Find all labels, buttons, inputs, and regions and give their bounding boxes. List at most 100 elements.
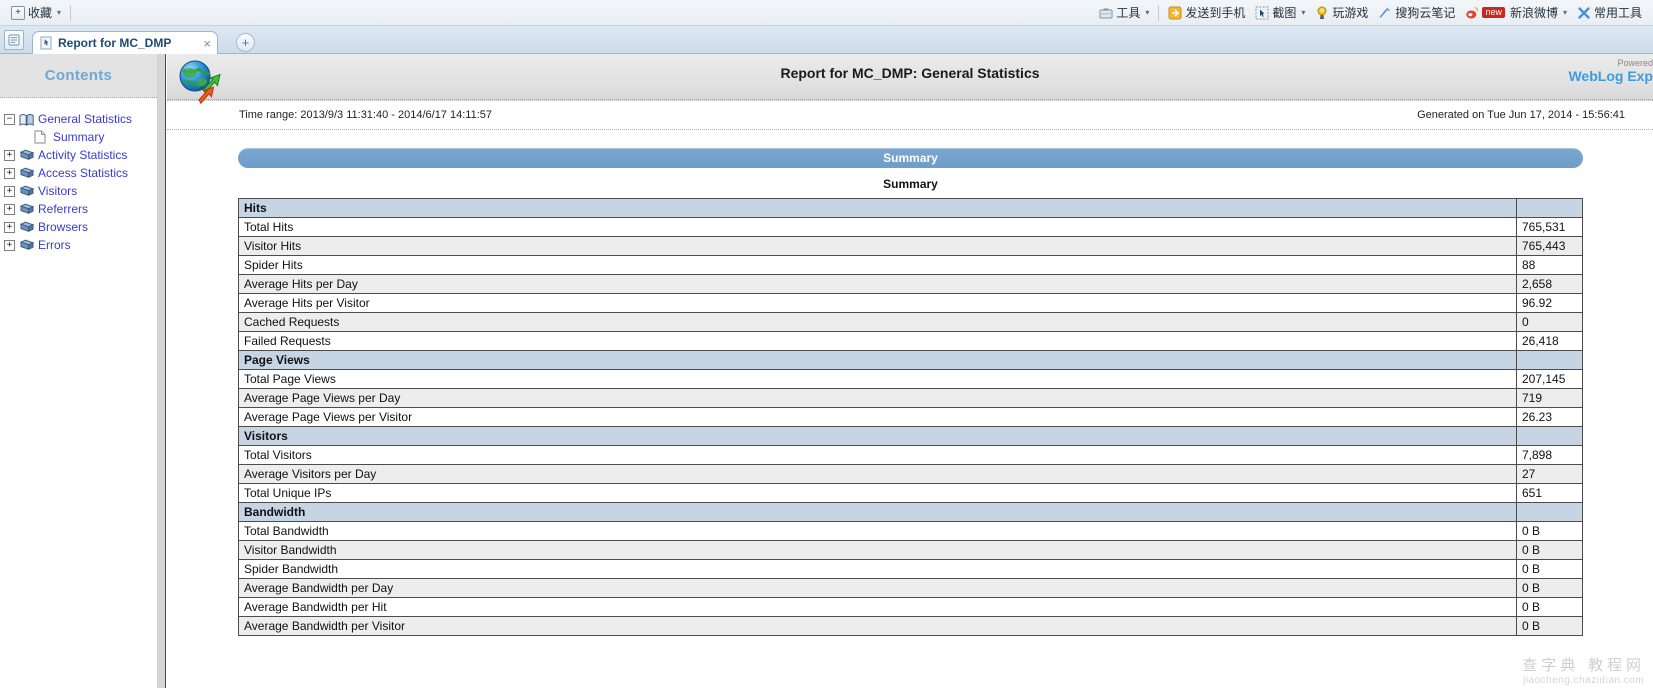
report-meta-bar: Time range: 2013/9/3 11:31:40 - 2014/6/1… <box>167 100 1653 130</box>
tree-item-visitors[interactable]: + Visitors <box>4 182 157 200</box>
row-value: 26.23 <box>1516 407 1583 427</box>
toolbar-item-screenshot[interactable]: 截图 ▾ <box>1250 4 1310 22</box>
tree-item-errors[interactable]: + Errors <box>4 236 157 254</box>
table-row: Average Bandwidth per Day 0 B <box>238 578 1583 598</box>
toolbar-item-common-tools[interactable]: 常用工具 <box>1572 4 1647 22</box>
expand-toggle-icon[interactable]: + <box>4 185 15 197</box>
row-value: 765,531 <box>1516 217 1583 237</box>
tree-item-label: Referrers <box>38 202 89 216</box>
contents-title: Contents <box>44 67 113 84</box>
book-icon <box>19 149 35 162</box>
table-row: Total Visitors 7,898 <box>238 445 1583 465</box>
table-row: Failed Requests 26,418 <box>238 331 1583 351</box>
expand-toggle-icon[interactable]: + <box>4 239 15 251</box>
row-value: 0 B <box>1516 616 1583 636</box>
row-value: 0 <box>1516 312 1583 332</box>
table-row: Total Bandwidth 0 B <box>238 521 1583 541</box>
toolbar-item-weibo[interactable]: new 新浪微博 ▾ <box>1460 4 1572 22</box>
toolbar-item-tools[interactable]: 工具 ▾ <box>1094 4 1154 22</box>
tree-item-browsers[interactable]: + Browsers <box>4 218 157 236</box>
add-favorite-icon: + <box>11 5 25 20</box>
expand-toggle-icon[interactable]: + <box>4 149 15 161</box>
close-icon[interactable]: × <box>203 37 211 50</box>
book-icon <box>19 239 35 252</box>
watermark: 查字典 教程网 jiaocheng.chazidian.com <box>1522 654 1645 686</box>
expand-toggle-icon[interactable]: + <box>4 203 15 215</box>
row-value: 0 B <box>1516 559 1583 579</box>
row-value: 0 B <box>1516 578 1583 598</box>
tree-item-activity-statistics[interactable]: + Activity Statistics <box>4 146 157 164</box>
table-row: Spider Hits 88 <box>238 255 1583 275</box>
table-row: Average Visitors per Day 27 <box>238 464 1583 484</box>
table-row: Total Hits 765,531 <box>238 217 1583 237</box>
section-label: Page Views <box>238 350 1517 370</box>
book-icon <box>19 167 35 180</box>
row-label: Cached Requests <box>238 312 1517 332</box>
row-value: 27 <box>1516 464 1583 484</box>
generated-on-label: Generated on Tue Jun 17, 2014 - 15:56:41 <box>1417 109 1625 121</box>
favorites-button[interactable]: + 收藏 ▾ <box>6 4 66 22</box>
report-frame: Report for MC_DMP: General Statistics Po… <box>167 54 1653 688</box>
chevron-down-icon: ▾ <box>1145 7 1150 17</box>
section-value <box>1516 198 1583 218</box>
tree-item-summary[interactable]: Summary <box>4 128 157 146</box>
toolbar-item-play-game[interactable]: 玩游戏 <box>1310 4 1373 22</box>
tree-item-access-statistics[interactable]: + Access Statistics <box>4 164 157 182</box>
browser-toolbar: + 收藏 ▾ 工具 ▾ 发送到手机 截图 ▾ 玩游戏 搜狗云笔记 new 新浪微… <box>0 0 1653 26</box>
page-icon <box>39 36 53 50</box>
table-section-row: Hits <box>238 198 1583 218</box>
report-header: Report for MC_DMP: General Statistics Po… <box>167 54 1653 105</box>
tree-item-label: Access Statistics <box>38 166 129 180</box>
row-value: 765,443 <box>1516 236 1583 256</box>
tree-item-label: General Statistics <box>38 112 133 126</box>
sidebar-panel-icon[interactable] <box>4 30 24 50</box>
tree-item-referrers[interactable]: + Referrers <box>4 200 157 218</box>
document-icon <box>34 130 50 144</box>
powered-by-badge: Powered WebLog Exp <box>1568 58 1653 84</box>
collapse-toggle-icon[interactable]: − <box>4 113 15 125</box>
browser-tab-report[interactable]: Report for MC_DMP × <box>32 31 218 54</box>
row-label: Total Page Views <box>238 369 1517 389</box>
table-row: Spider Bandwidth 0 B <box>238 559 1583 579</box>
row-value: 88 <box>1516 255 1583 275</box>
section-value <box>1516 426 1583 446</box>
contents-header: Contents <box>0 54 157 98</box>
tree-item-label: Browsers <box>38 220 89 234</box>
pane-divider[interactable] <box>158 54 166 688</box>
book-icon <box>19 203 35 216</box>
page-body: Contents − General Statistics Summary + <box>0 54 1653 688</box>
toolbar-item-sogou-note[interactable]: 搜狗云笔记 <box>1373 4 1460 22</box>
row-label: Visitor Hits <box>238 236 1517 256</box>
tree-item-label: Errors <box>38 238 71 252</box>
page-title: Report for MC_DMP: General Statistics <box>780 65 1040 81</box>
chevron-down-icon: ▾ <box>57 7 62 17</box>
open-book-icon <box>19 113 35 126</box>
row-label: Total Visitors <box>238 445 1517 465</box>
contents-pane: Contents − General Statistics Summary + <box>0 54 158 688</box>
toolbar-item-label: 搜狗云笔记 <box>1395 5 1456 20</box>
tools-icon <box>1099 6 1113 20</box>
note-icon <box>1378 6 1392 20</box>
section-label: Bandwidth <box>238 502 1517 522</box>
book-icon <box>19 185 35 198</box>
row-label: Total Unique IPs <box>238 483 1517 503</box>
new-tab-button[interactable]: + <box>236 33 255 52</box>
tree-item-general-statistics[interactable]: − General Statistics <box>4 110 157 128</box>
table-section-row: Bandwidth <box>238 502 1583 522</box>
row-label: Average Page Views per Day <box>238 388 1517 408</box>
row-label: Average Bandwidth per Day <box>238 578 1517 598</box>
row-label: Total Bandwidth <box>238 521 1517 541</box>
toolbar-item-label: 玩游戏 <box>1332 5 1369 20</box>
toolbar-item-label: 常用工具 <box>1593 5 1642 20</box>
toolbar-item-send-to-phone[interactable]: 发送到手机 <box>1163 4 1250 22</box>
table-row: Average Bandwidth per Visitor 0 B <box>238 616 1583 636</box>
contents-tree: − General Statistics Summary + Activity … <box>0 98 157 254</box>
section-label: Visitors <box>238 426 1517 446</box>
section-value <box>1516 350 1583 370</box>
table-row: Average Page Views per Day 719 <box>238 388 1583 408</box>
browser-tab-title: Report for MC_DMP <box>58 36 172 50</box>
toolbar-right-group: 工具 ▾ 发送到手机 截图 ▾ 玩游戏 搜狗云笔记 new 新浪微博 ▾ 常用工… <box>1094 4 1653 22</box>
row-label: Visitor Bandwidth <box>238 540 1517 560</box>
expand-toggle-icon[interactable]: + <box>4 167 15 179</box>
expand-toggle-icon[interactable]: + <box>4 221 15 233</box>
